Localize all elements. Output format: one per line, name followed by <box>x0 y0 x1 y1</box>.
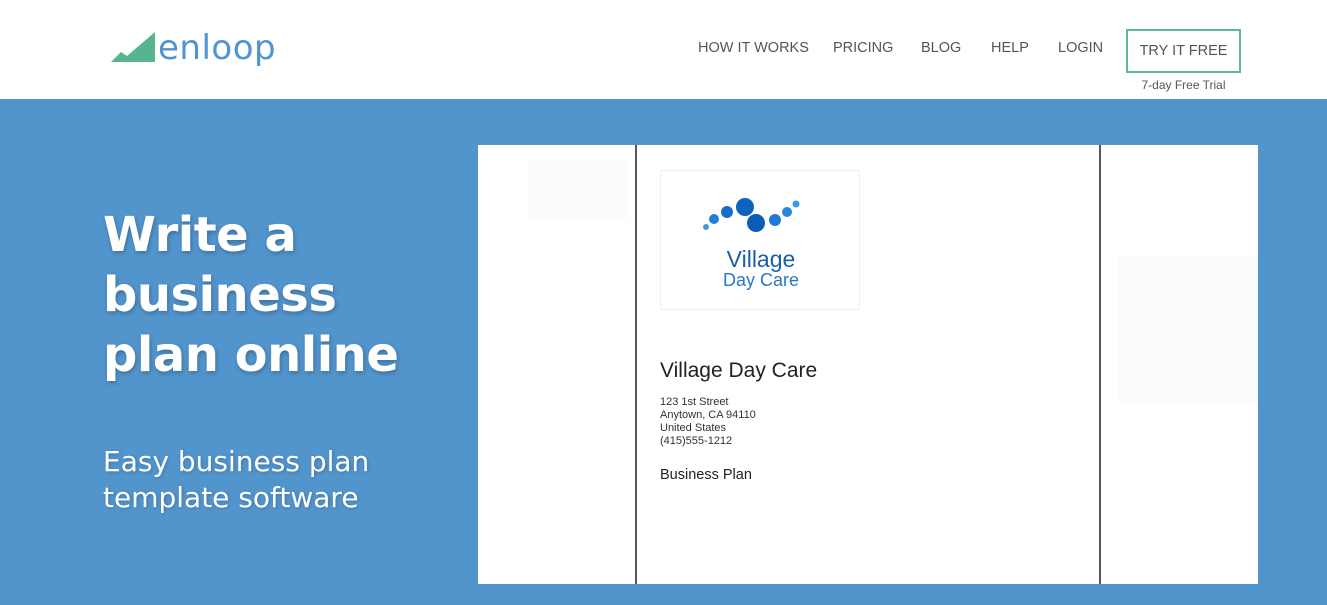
nav-how-it-works[interactable]: HOW IT WORKS <box>698 40 809 56</box>
hero-title: Write a business plan online <box>103 207 399 383</box>
phone-line: (415)555-1212 <box>660 435 733 447</box>
company-name: Village Day Care <box>660 359 818 382</box>
business-plan-preview: Village Day Care Village Day Care 123 1s… <box>478 145 1258 584</box>
hero-subtitle: Easy business plan template software <box>103 445 370 514</box>
page-right-edge <box>1099 145 1101 584</box>
nav-blog[interactable]: BLOG <box>921 40 961 56</box>
enloop-logo[interactable]: enloop <box>111 28 277 68</box>
faded-page-content <box>528 160 628 220</box>
address-line: 123 1st Street <box>660 396 729 408</box>
logo-text: enloop <box>158 28 277 68</box>
company-address: 123 1st Street Anytown, CA 94110 United … <box>660 396 756 448</box>
logo-word-village: Village <box>726 246 796 272</box>
address-line: United States <box>660 422 727 434</box>
try-it-free-button[interactable]: TRY IT FREE <box>1126 29 1241 73</box>
free-trial-note: 7-day Free Trial <box>1141 78 1226 92</box>
nav-help[interactable]: HELP <box>991 40 1029 56</box>
logo-word-day-care: Day Care <box>722 270 800 290</box>
nav-login[interactable]: LOGIN <box>1058 40 1103 56</box>
site-header: enloop HOW IT WORKS PRICING BLOG HELP LO… <box>0 0 1327 99</box>
page-left-edge <box>635 145 637 584</box>
address-line: Anytown, CA 94110 <box>660 409 756 421</box>
rising-chart-icon <box>111 32 155 62</box>
faded-page-content <box>1118 255 1258 405</box>
company-logo: Village Day Care <box>660 170 860 310</box>
nav-pricing[interactable]: PRICING <box>833 40 893 56</box>
document-type: Business Plan <box>660 467 752 483</box>
dots-arc-icon <box>703 198 800 232</box>
